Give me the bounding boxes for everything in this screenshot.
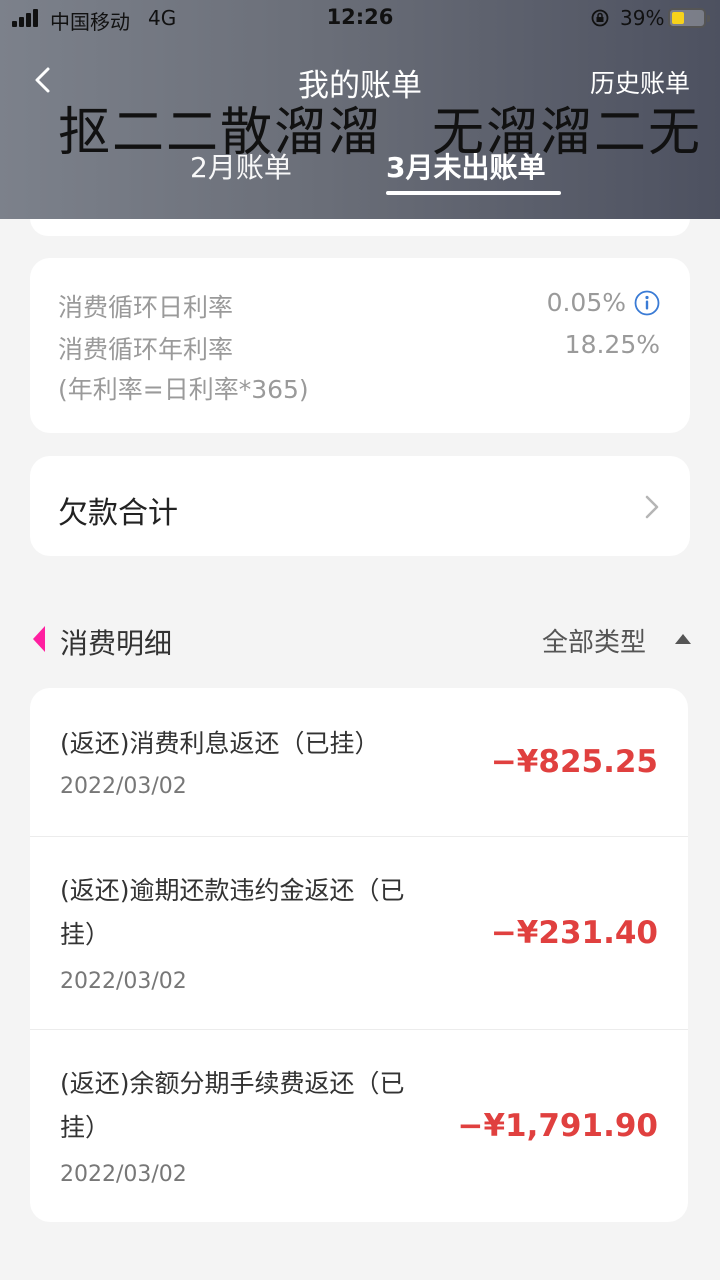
transaction-amount: −¥231.40	[490, 915, 658, 951]
transaction-list: (返还)消费利息返还（已挂） 2022/03/02 −¥825.25 (返还)逾…	[30, 688, 688, 1222]
transaction-row[interactable]: (返还)逾期还款违约金返还（已 挂） 2022/03/02 −¥231.40	[30, 836, 688, 1029]
total-debt-row[interactable]: 欠款合计	[30, 456, 690, 556]
transaction-date: 2022/03/02	[60, 1162, 187, 1187]
chevron-right-icon	[645, 495, 659, 519]
transaction-row[interactable]: (返还)消费利息返还（已挂） 2022/03/02 −¥825.25	[30, 688, 688, 836]
transaction-row[interactable]: (返还)余额分期手续费返还（已 挂） 2022/03/02 −¥1,791.90	[30, 1029, 688, 1222]
status-time: 12:26	[326, 5, 394, 29]
daily-rate-label: 消费循环日利率	[58, 293, 234, 322]
type-filter-dropdown[interactable]: 全部类型	[542, 622, 646, 659]
transaction-description: (返还)余额分期手续费返还（已	[60, 1069, 405, 1098]
orientation-lock-icon	[591, 9, 609, 27]
info-icon[interactable]	[634, 290, 660, 316]
battery-icon	[668, 8, 710, 28]
transaction-amount: −¥1,791.90	[457, 1108, 658, 1144]
transaction-description-cont: 挂）	[60, 1113, 111, 1142]
annual-rate-label: 消费循环年利率	[58, 335, 234, 364]
daily-rate-value: 0.05%	[546, 288, 626, 317]
battery-percent: 39%	[620, 6, 665, 30]
active-tab-indicator	[386, 191, 561, 195]
consumption-details-header: 消费明细 全部类型	[0, 610, 720, 670]
transaction-date: 2022/03/02	[60, 969, 187, 994]
section-marker-icon	[33, 626, 45, 652]
transaction-description-cont: 挂）	[60, 920, 111, 949]
caret-up-icon[interactable]	[675, 634, 691, 644]
transaction-description: (返还)逾期还款违约金返还（已	[60, 876, 405, 905]
transaction-amount: −¥825.25	[490, 744, 658, 780]
transaction-date: 2022/03/02	[60, 774, 187, 799]
total-debt-label: 欠款合计	[58, 496, 178, 531]
app-header: 中国移动 4G 12:26 39% 我的账单 历史账单 抠二二散溜溜 无溜溜二无…	[0, 0, 720, 219]
annual-rate-value: 18.25%	[564, 330, 660, 359]
tab-february-bill[interactable]: 2月账单	[190, 146, 292, 186]
interest-rate-card: 消费循环日利率 0.05% 消费循环年利率 18.25% (年利率=日利率*36…	[30, 258, 690, 433]
status-bar: 中国移动 4G 12:26 39%	[0, 0, 720, 38]
rate-formula-note: (年利率=日利率*365)	[58, 375, 309, 404]
section-title: 消费明细	[60, 627, 173, 660]
transaction-description: (返还)消费利息返还（已挂）	[60, 729, 380, 758]
tab-march-unbilled[interactable]: 3月未出账单	[386, 146, 545, 186]
